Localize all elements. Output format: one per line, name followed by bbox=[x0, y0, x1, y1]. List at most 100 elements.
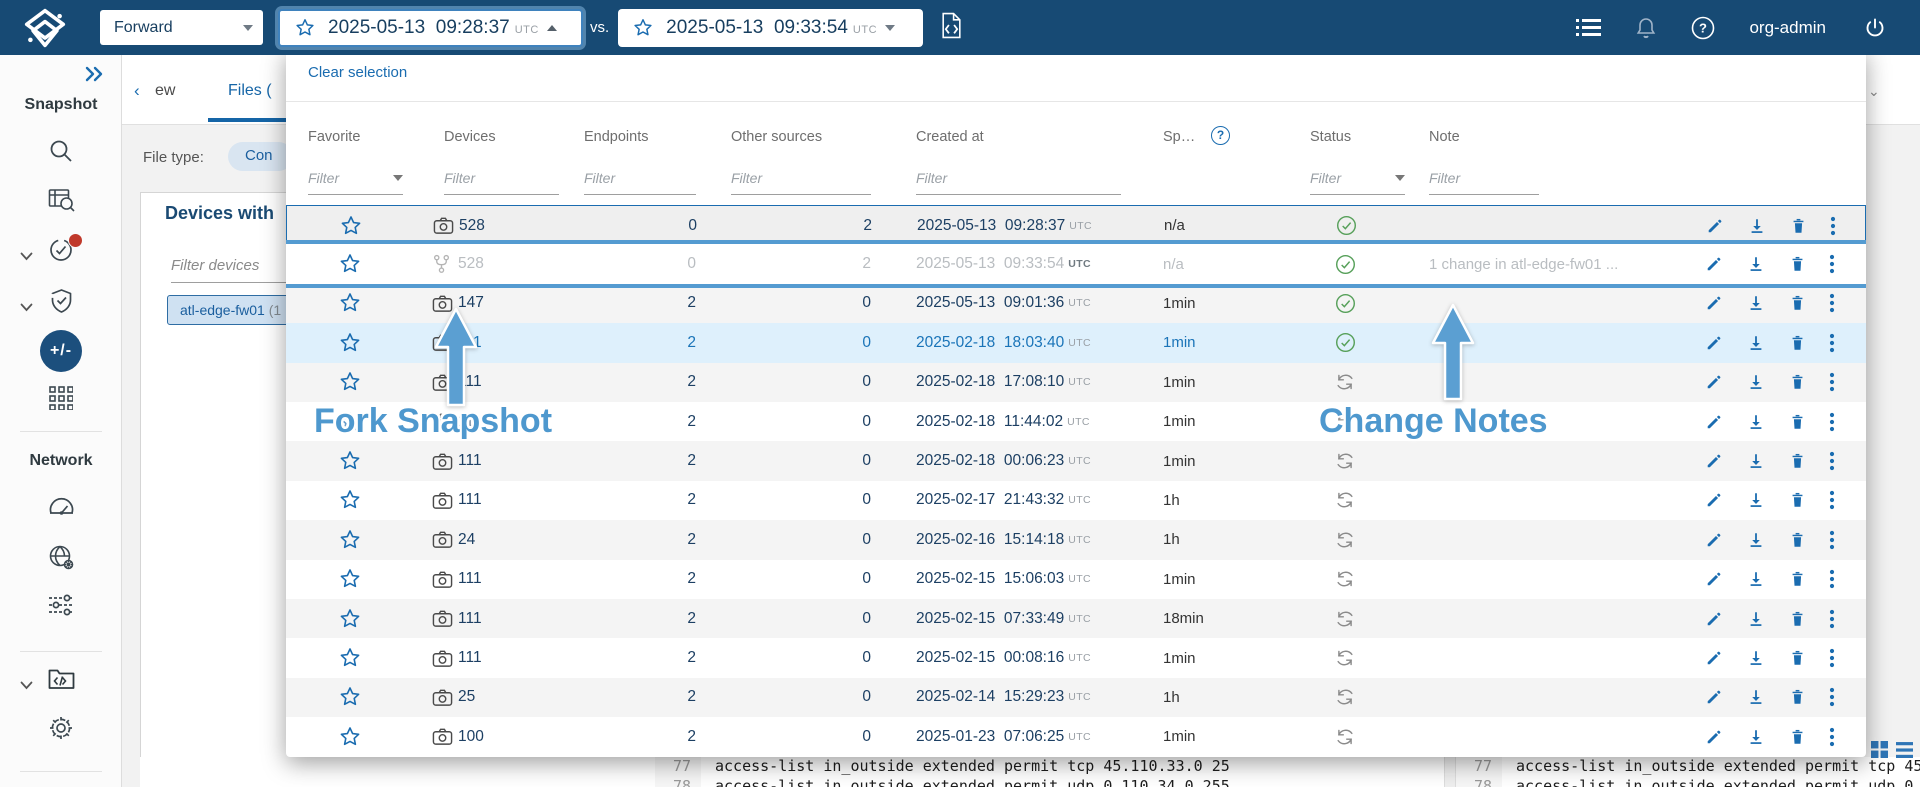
delete-snapshot-button[interactable] bbox=[1790, 206, 1807, 245]
filter-devices[interactable] bbox=[444, 162, 559, 195]
favorite-star-icon[interactable] bbox=[338, 678, 362, 717]
chevron-down-icon[interactable] bbox=[393, 175, 403, 181]
edit-note-button[interactable] bbox=[1705, 638, 1723, 677]
sidebar-item-diff-compare[interactable]: +/- bbox=[0, 330, 122, 372]
user-menu[interactable]: org-admin bbox=[1749, 18, 1826, 38]
favorite-star-icon[interactable] bbox=[338, 599, 362, 638]
snapshot-row[interactable]: 24 2 0 2025-02-16 15:14:18 UTC 1h bbox=[286, 520, 1866, 560]
delete-snapshot-button[interactable] bbox=[1789, 402, 1806, 441]
chevron-down-icon[interactable]: ⌄ bbox=[1868, 83, 1880, 100]
edit-note-button[interactable] bbox=[1705, 284, 1723, 323]
chevron-down-icon[interactable] bbox=[20, 677, 33, 695]
delete-snapshot-button[interactable] bbox=[1789, 323, 1806, 362]
delete-snapshot-button[interactable] bbox=[1789, 481, 1806, 520]
column-header-status[interactable]: Status bbox=[1310, 129, 1351, 145]
download-snapshot-button[interactable] bbox=[1747, 560, 1765, 599]
favorite-star-icon[interactable] bbox=[338, 284, 362, 323]
more-actions-button[interactable] bbox=[1829, 441, 1835, 480]
column-header-other-sources[interactable]: Other sources bbox=[731, 129, 822, 145]
favorite-star-icon[interactable] bbox=[338, 244, 362, 283]
edit-note-button[interactable] bbox=[1705, 717, 1723, 756]
edit-note-button[interactable] bbox=[1705, 363, 1723, 402]
delete-snapshot-button[interactable] bbox=[1789, 678, 1806, 717]
delete-snapshot-button[interactable] bbox=[1789, 363, 1806, 402]
sidebar-item-inventory-search[interactable] bbox=[0, 188, 122, 218]
download-snapshot-button[interactable] bbox=[1747, 363, 1765, 402]
filter-other-sources[interactable] bbox=[731, 162, 871, 195]
snapshot-row[interactable]: 528 0 2 2025-05-13 09:28:37 UTC n/a bbox=[286, 205, 1866, 245]
more-actions-button[interactable] bbox=[1829, 638, 1835, 677]
grid-view-icon[interactable] bbox=[1871, 741, 1888, 758]
favorite-star-icon[interactable] bbox=[338, 520, 362, 559]
delete-snapshot-button[interactable] bbox=[1789, 599, 1806, 638]
filter-endpoints-input[interactable] bbox=[584, 170, 696, 186]
more-actions-button[interactable] bbox=[1829, 323, 1835, 362]
download-snapshot-button[interactable] bbox=[1747, 599, 1765, 638]
favorite-star-icon[interactable] bbox=[338, 323, 362, 362]
sidebar-item-dashboard[interactable] bbox=[0, 494, 122, 523]
sidebar-item-config-files[interactable] bbox=[0, 666, 122, 695]
column-header-note[interactable]: Note bbox=[1429, 129, 1460, 145]
download-snapshot-button[interactable] bbox=[1748, 206, 1766, 245]
download-snapshot-button[interactable] bbox=[1747, 481, 1765, 520]
download-snapshot-button[interactable] bbox=[1747, 638, 1765, 677]
filter-favorite-input[interactable] bbox=[308, 170, 393, 186]
download-snapshot-button[interactable] bbox=[1747, 244, 1765, 283]
tasks-list-icon[interactable] bbox=[1576, 18, 1602, 37]
column-header-sp-[interactable]: Sp… bbox=[1163, 129, 1195, 145]
snapshot-a-selector[interactable]: 2025-05-13 09:28:37 UTC bbox=[278, 8, 583, 47]
column-header-devices[interactable]: Devices bbox=[444, 129, 496, 145]
filter-created-at[interactable] bbox=[916, 162, 1121, 195]
filter-note-input[interactable] bbox=[1429, 170, 1539, 186]
download-snapshot-button[interactable] bbox=[1747, 284, 1765, 323]
list-view-icon[interactable] bbox=[1896, 741, 1913, 758]
chevron-down-icon[interactable] bbox=[1395, 175, 1405, 181]
edit-note-button[interactable] bbox=[1705, 323, 1723, 362]
edit-note-button[interactable] bbox=[1705, 678, 1723, 717]
snapshot-row[interactable]: 111 2 0 2025-02-15 07:33:49 UTC 18min bbox=[286, 599, 1866, 639]
star-icon[interactable] bbox=[294, 17, 316, 39]
more-actions-button[interactable] bbox=[1829, 284, 1835, 323]
logout-power-icon[interactable] bbox=[1864, 17, 1886, 39]
more-actions-button[interactable] bbox=[1829, 520, 1835, 559]
tab-back-chevron-icon[interactable]: ‹ bbox=[134, 81, 140, 101]
edit-note-button[interactable] bbox=[1705, 599, 1723, 638]
snapshot-row[interactable]: 147 2 0 2025-05-13 09:01:36 UTC 1min bbox=[286, 283, 1866, 324]
more-actions-button[interactable] bbox=[1829, 599, 1835, 638]
clear-selection-link[interactable]: Clear selection bbox=[308, 64, 407, 81]
tab-files[interactable]: Files ( bbox=[228, 82, 272, 100]
favorite-star-icon[interactable] bbox=[338, 717, 362, 756]
sp-help-icon[interactable]: ? bbox=[1211, 126, 1230, 145]
more-actions-button[interactable] bbox=[1829, 363, 1835, 402]
note-text[interactable]: 1 change in atl-edge-fw01 ... bbox=[1429, 244, 1704, 283]
sidebar-item-apps-grid[interactable] bbox=[0, 386, 122, 415]
column-header-favorite[interactable]: Favorite bbox=[308, 129, 360, 145]
filter-endpoints[interactable] bbox=[584, 162, 696, 195]
more-actions-button[interactable] bbox=[1829, 717, 1835, 756]
file-type-chip[interactable]: Con bbox=[228, 142, 293, 171]
diff-pane-divider[interactable] bbox=[1444, 757, 1456, 787]
edit-note-button[interactable] bbox=[1705, 560, 1723, 599]
edit-note-button[interactable] bbox=[1706, 206, 1724, 245]
snapshot-row[interactable]: 111 2 0 2025-02-18 00:06:23 UTC 1min bbox=[286, 441, 1866, 481]
delete-snapshot-button[interactable] bbox=[1789, 441, 1806, 480]
favorite-star-icon[interactable] bbox=[338, 560, 362, 599]
snapshot-row[interactable]: 111 2 0 2025-02-15 15:06:03 UTC 1min bbox=[286, 560, 1866, 599]
help-icon[interactable]: ? bbox=[1691, 16, 1715, 40]
favorite-star-icon[interactable] bbox=[338, 441, 362, 480]
filter-favorite[interactable] bbox=[308, 162, 403, 195]
delete-snapshot-button[interactable] bbox=[1789, 638, 1806, 677]
delete-snapshot-button[interactable] bbox=[1789, 520, 1806, 559]
edit-note-button[interactable] bbox=[1705, 441, 1723, 480]
edit-note-button[interactable] bbox=[1705, 244, 1723, 283]
config-file-icon[interactable] bbox=[940, 12, 963, 44]
download-snapshot-button[interactable] bbox=[1747, 323, 1765, 362]
snapshot-row[interactable]: 111 2 0 2025-02-15 00:08:16 UTC 1min bbox=[286, 638, 1866, 677]
favorite-star-icon[interactable] bbox=[338, 363, 362, 402]
delete-snapshot-button[interactable] bbox=[1789, 284, 1806, 323]
snapshot-row[interactable]: 25 2 0 2025-02-14 15:29:23 UTC 1h bbox=[286, 677, 1866, 718]
edit-note-button[interactable] bbox=[1705, 402, 1723, 441]
notifications-bell-icon[interactable] bbox=[1635, 16, 1657, 40]
filter-status-input[interactable] bbox=[1310, 170, 1395, 186]
more-actions-button[interactable] bbox=[1829, 678, 1835, 717]
